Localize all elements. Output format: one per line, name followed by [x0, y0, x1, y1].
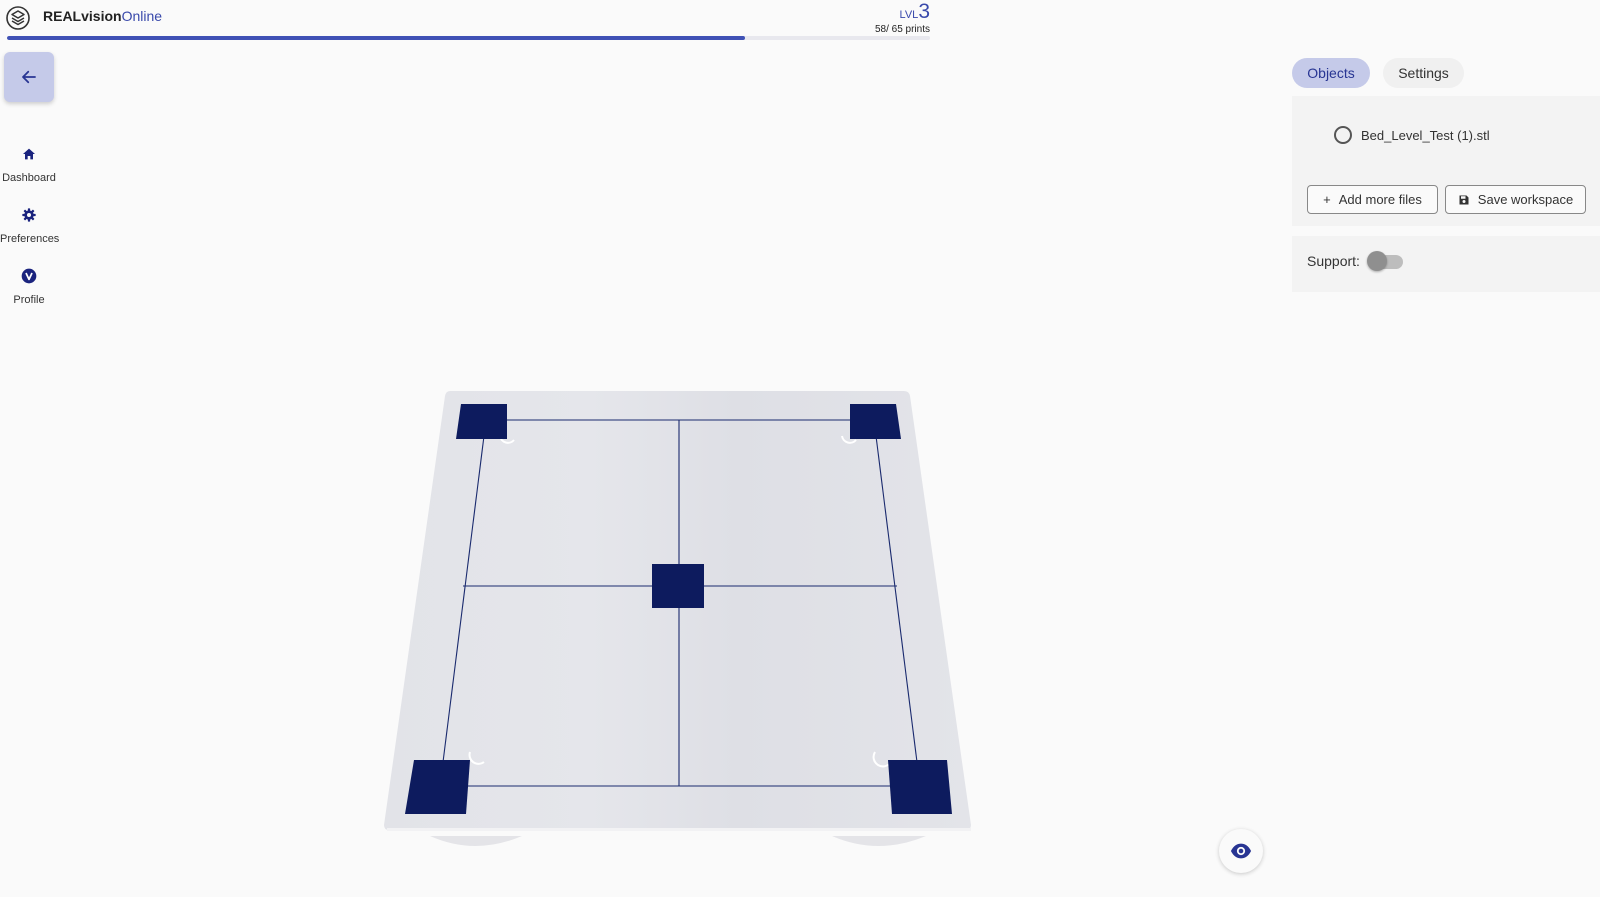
- home-icon: [23, 148, 35, 160]
- nav-preferences-label: Preferences: [0, 233, 60, 245]
- nav-profile-label: Profile: [13, 294, 45, 306]
- arrow-left-icon: [22, 70, 36, 84]
- support-label: Support:: [1307, 253, 1360, 269]
- save-workspace-button[interactable]: Save workspace: [1445, 185, 1586, 214]
- nav-profile[interactable]: Profile: [0, 268, 58, 308]
- tab-objects[interactable]: Objects: [1292, 58, 1370, 88]
- eye-icon: [1230, 843, 1252, 859]
- object-file-name: Bed_Level_Test (1).stl: [1361, 127, 1490, 143]
- top-bar: REALvisionOnline LVL3 58/ 65 prints: [0, 0, 1600, 44]
- nav-dashboard-label: Dashboard: [2, 172, 56, 184]
- level-number: 3: [918, 0, 930, 23]
- support-toggle[interactable]: [1367, 251, 1403, 271]
- support-toggle-knob: [1367, 251, 1387, 271]
- prints-count: 58/ 65 prints: [874, 24, 930, 35]
- print-bed: [384, 391, 971, 831]
- level-progress-fill: [7, 36, 746, 40]
- profile-v-icon: [21, 268, 37, 284]
- save-icon: [1459, 195, 1469, 204]
- add-more-files-button[interactable]: + Add more files: [1307, 185, 1438, 214]
- support-panel: Support:: [1292, 236, 1600, 292]
- save-workspace-label: Save workspace: [1477, 192, 1574, 207]
- bed-feet: [430, 836, 926, 846]
- object-list-item[interactable]: Bed_Level_Test (1).stl: [1334, 126, 1490, 144]
- app-title: REALvisionOnline: [43, 8, 162, 24]
- add-more-files-label: Add more files: [1338, 192, 1422, 207]
- layers-icon: [6, 6, 30, 30]
- tab-settings[interactable]: Settings: [1383, 58, 1464, 88]
- back-button[interactable]: [4, 52, 54, 102]
- 3d-viewport[interactable]: [360, 370, 980, 860]
- app-title-light: Online: [121, 8, 163, 24]
- nav-preferences[interactable]: Preferences: [0, 207, 60, 247]
- view-toggle-button[interactable]: [1219, 829, 1263, 873]
- app-title-bold: REALvision: [43, 8, 122, 24]
- level-progress-bar: [7, 36, 930, 40]
- object-select-radio[interactable]: [1334, 126, 1352, 144]
- objects-panel: Bed_Level_Test (1).stl + Add more files …: [1292, 96, 1600, 226]
- gear-icon: [22, 208, 36, 222]
- plus-icon: +: [1323, 192, 1331, 207]
- level-prefix: LVL: [899, 9, 919, 21]
- level-indicator: LVL3: [870, 0, 930, 24]
- nav-dashboard[interactable]: Dashboard: [0, 146, 58, 186]
